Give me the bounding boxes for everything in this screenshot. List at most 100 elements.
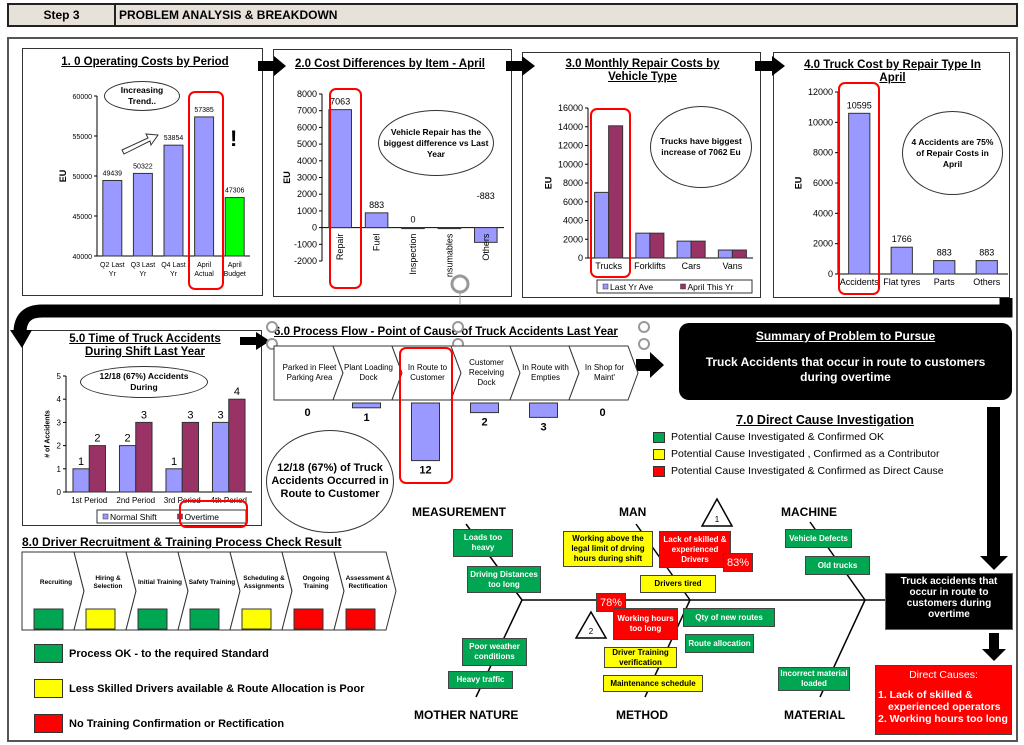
y-tick-label: 4000 bbox=[297, 156, 317, 166]
category-label: April bbox=[228, 262, 242, 269]
flow-arrow-icon bbox=[506, 56, 535, 76]
legend-swatch bbox=[602, 283, 609, 290]
cause-box: Maintenance schedule bbox=[603, 675, 703, 692]
bar bbox=[437, 227, 462, 230]
y-tick-label: 3 bbox=[57, 418, 62, 427]
y-tick-label: 2000 bbox=[563, 234, 583, 244]
category-label: nsumables bbox=[444, 233, 454, 277]
investigation-legend-item: Potential Cause Investigated & Confirmed… bbox=[653, 431, 884, 443]
bar bbox=[88, 445, 107, 493]
check-step-label: Recruiting bbox=[39, 579, 73, 586]
process-step-bar bbox=[529, 402, 558, 418]
bar bbox=[731, 249, 747, 259]
bar bbox=[224, 197, 245, 257]
legend-swatch bbox=[34, 679, 63, 698]
bar bbox=[401, 227, 425, 230]
data-label: -883 bbox=[477, 191, 495, 201]
data-label: 1 bbox=[78, 456, 84, 468]
y-tick-label: 45000 bbox=[73, 214, 93, 221]
legend-label: Less Skilled Drivers available & Route A… bbox=[69, 682, 365, 695]
down-arrow-icon bbox=[982, 649, 1006, 661]
y-tick-label: 14000 bbox=[558, 122, 583, 132]
highlight-trucks bbox=[590, 108, 631, 278]
category-label: Budget bbox=[224, 271, 246, 278]
category-label: Fuel bbox=[372, 234, 382, 252]
y-tick-label: 5000 bbox=[297, 139, 317, 149]
y-tick-label: 0 bbox=[828, 269, 833, 279]
y-tick-label: 1000 bbox=[297, 206, 317, 216]
problem-summary: Summary of Problem to Pursue Truck Accid… bbox=[679, 323, 1012, 400]
y-tick-label: 4 bbox=[57, 395, 62, 404]
check-step-label: Scheduling & Assignments bbox=[243, 575, 285, 590]
y-tick-label: 4000 bbox=[563, 216, 583, 226]
cause-box: Heavy traffic bbox=[448, 671, 513, 689]
bar bbox=[135, 421, 153, 493]
bar bbox=[933, 260, 956, 275]
category-label: Cars bbox=[682, 261, 702, 271]
y-tick-label: 6000 bbox=[563, 197, 583, 207]
y-tick-label: 6000 bbox=[297, 122, 317, 132]
bar bbox=[165, 468, 183, 493]
y-tick-label: 40000 bbox=[73, 254, 93, 261]
y-tick-label: 12000 bbox=[558, 141, 583, 151]
y-tick-label: 10000 bbox=[558, 159, 583, 169]
direct-causes-title: Direct Causes: bbox=[909, 669, 978, 681]
process-step-value: 0 bbox=[599, 407, 605, 419]
y-tick-label: -2000 bbox=[294, 256, 317, 266]
check-step-status bbox=[33, 608, 64, 630]
process-step-label: Customer Receiving Dock bbox=[468, 358, 505, 387]
check-step-status bbox=[189, 608, 220, 630]
highlight-accidents bbox=[838, 82, 880, 295]
flow-arrow-icon bbox=[240, 332, 270, 350]
y-tick-label: 8000 bbox=[563, 178, 583, 188]
data-label: 883 bbox=[369, 200, 384, 210]
investigation-legend-item: Potential Cause Investigated & Confirmed… bbox=[653, 465, 944, 477]
direct-cause-item: 2. Working hours too long bbox=[878, 713, 1008, 725]
chart1-callout: Increasing Trend.. bbox=[104, 81, 180, 111]
bar bbox=[102, 179, 123, 257]
y-tick-label: 2000 bbox=[297, 189, 317, 199]
legend-label: No Training Confirmation or Rectificatio… bbox=[69, 717, 285, 730]
category-label: Q2 Last bbox=[100, 262, 125, 269]
bar bbox=[228, 398, 246, 493]
investigation-title: 7.0 Direct Cause Investigation bbox=[736, 413, 914, 427]
process-step-label: Parked in Fleet Parking Area bbox=[282, 363, 337, 382]
y-axis-label: EU bbox=[282, 171, 292, 184]
chart6-callout: 12/18 (67%) of Truck Accidents Occurred … bbox=[266, 430, 394, 533]
category-label: Yr bbox=[139, 271, 147, 278]
category-label: Q3 Last bbox=[131, 262, 156, 269]
data-label: 2 bbox=[94, 433, 100, 445]
category-label: Parts bbox=[934, 277, 956, 287]
category-label: Others bbox=[481, 233, 491, 261]
data-label: 1766 bbox=[892, 234, 912, 244]
check-legend-item: No Training Confirmation or Rectificatio… bbox=[34, 714, 284, 733]
check-legend-item: Less Skilled Drivers available & Route A… bbox=[34, 679, 364, 698]
process-step-label: In Route with Empties bbox=[522, 363, 569, 382]
y-tick-label: 55000 bbox=[73, 134, 93, 141]
y-tick-label: -1000 bbox=[294, 239, 317, 249]
check-step-label: Ongoing Training bbox=[302, 575, 330, 590]
data-label: 50322 bbox=[133, 163, 153, 170]
cause-box: Loads too heavy bbox=[453, 529, 513, 557]
fishbone-effect: Truck accidents that occur in route to c… bbox=[885, 573, 1013, 630]
cause-box: Driving Distances too long bbox=[467, 566, 541, 593]
cause-box: Working hours too long bbox=[613, 608, 678, 640]
cause-box: Drivers tired bbox=[640, 575, 716, 593]
cause-box: Qty of new routes bbox=[683, 608, 775, 627]
data-label: 3 bbox=[141, 409, 147, 421]
process-step-value: 0 bbox=[304, 407, 310, 419]
check-step-status bbox=[85, 608, 116, 630]
bar bbox=[211, 421, 230, 493]
y-axis-label: EU bbox=[543, 177, 553, 190]
y-tick-label: 0 bbox=[57, 488, 62, 497]
category-label: Forklifts bbox=[634, 261, 666, 271]
data-label: 883 bbox=[937, 248, 952, 258]
y-tick-label: 7000 bbox=[297, 106, 317, 116]
process-step-label: In Route to Customer bbox=[407, 363, 448, 382]
cause-box: Driver Training verification bbox=[604, 647, 677, 668]
data-label: 47306 bbox=[225, 188, 245, 195]
y-tick-label: 10000 bbox=[808, 117, 833, 127]
y-axis-label: EU bbox=[58, 170, 68, 183]
process-check-title: 8.0 Driver Recruitment & Training Proces… bbox=[22, 535, 342, 549]
chart4-callout: 4 Accidents are 75% of Repair Costs in A… bbox=[902, 111, 1003, 195]
